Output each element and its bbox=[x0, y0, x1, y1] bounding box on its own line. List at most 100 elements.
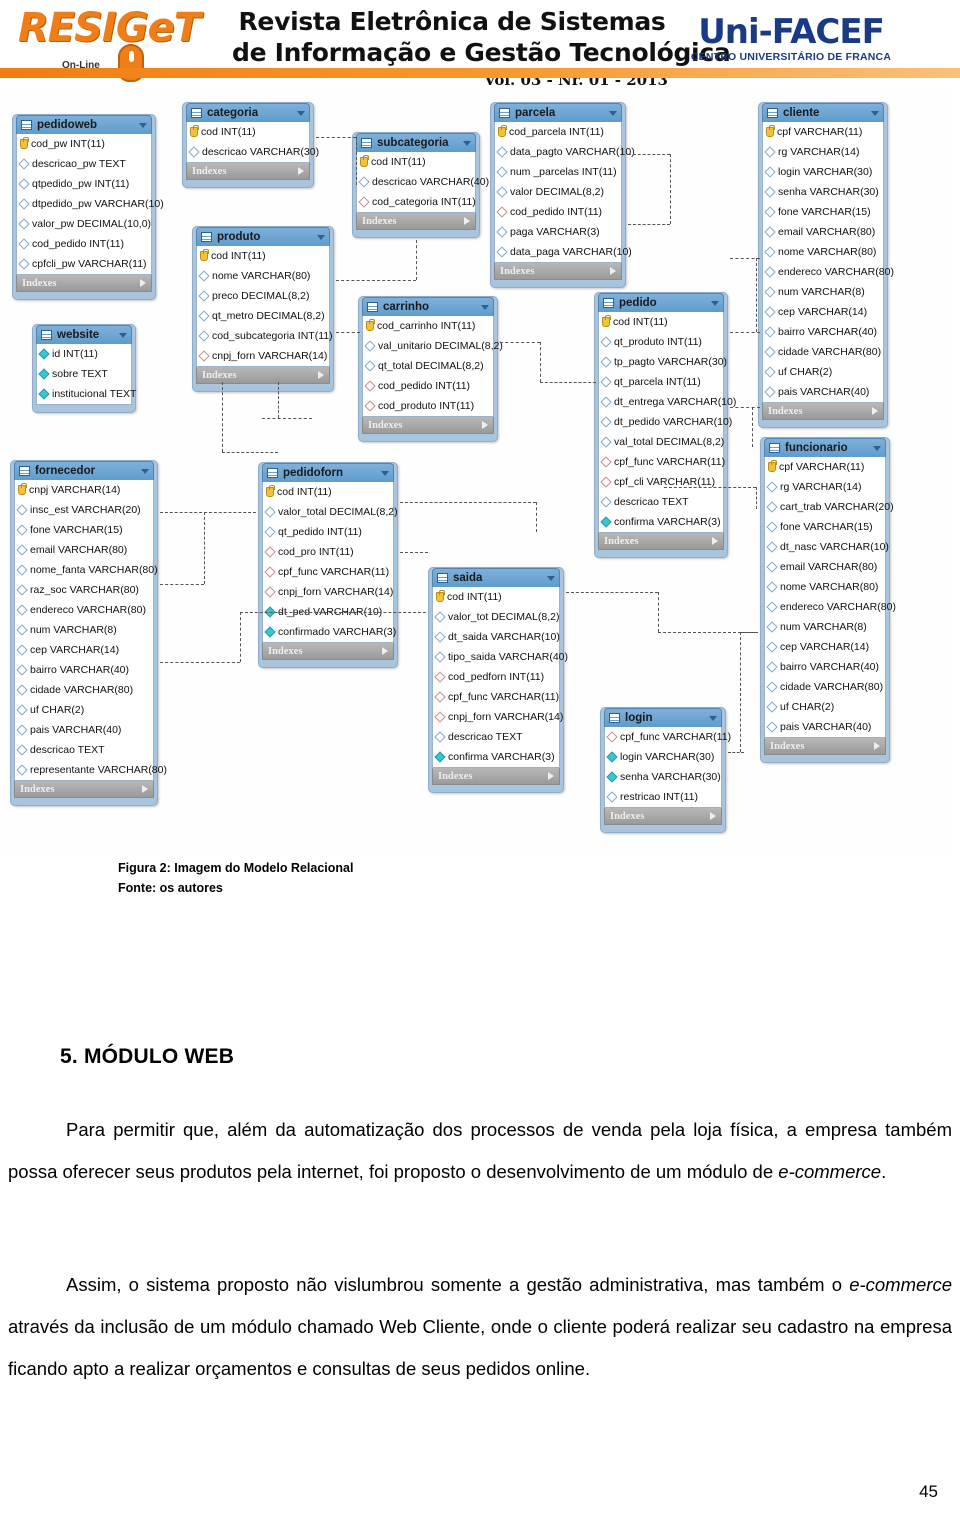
er-field[interactable]: pais VARCHAR(40) bbox=[15, 720, 153, 740]
er-field[interactable]: rg VARCHAR(14) bbox=[765, 477, 885, 497]
expand-arrow-icon[interactable] bbox=[872, 407, 878, 415]
er-table-indexes-pedido[interactable]: Indexes bbox=[598, 533, 724, 550]
er-field[interactable]: confirma VARCHAR(3) bbox=[433, 747, 559, 767]
er-field[interactable]: cep VARCHAR(14) bbox=[763, 302, 883, 322]
er-field[interactable]: valor DECIMAL(8,2) bbox=[495, 182, 621, 202]
er-field[interactable]: uf CHAR(2) bbox=[763, 362, 883, 382]
er-table-pedidoforn[interactable]: pedidoforn cod INT(11) valor_total DECIMAL… bbox=[258, 462, 398, 668]
er-field[interactable]: cidade VARCHAR(80) bbox=[763, 342, 883, 362]
er-table-header-cliente[interactable]: cliente bbox=[762, 103, 884, 122]
er-field[interactable]: cnpj_forn VARCHAR(14) bbox=[263, 582, 393, 602]
er-field[interactable]: data_pagto VARCHAR(10) bbox=[495, 142, 635, 162]
er-field[interactable]: num VARCHAR(8) bbox=[765, 617, 885, 637]
er-field[interactable]: descricao VARCHAR(40) bbox=[357, 172, 489, 192]
chevron-down-icon[interactable] bbox=[481, 304, 489, 310]
er-table-categoria[interactable]: categoria cod INT(11) descricao VARCHAR(30… bbox=[182, 102, 319, 188]
er-table-indexes-produto[interactable]: Indexes bbox=[196, 367, 330, 384]
er-field[interactable]: confirmado VARCHAR(3) bbox=[263, 622, 396, 642]
er-field[interactable]: cpf VARCHAR(11) bbox=[765, 457, 885, 477]
er-field[interactable]: descricao TEXT bbox=[433, 727, 559, 747]
er-field[interactable]: cod_parcela INT(11) bbox=[495, 122, 621, 142]
er-field[interactable]: uf CHAR(2) bbox=[765, 697, 885, 717]
er-field[interactable]: fone VARCHAR(15) bbox=[15, 520, 153, 540]
er-table-header-carrinho[interactable]: carrinho bbox=[362, 297, 494, 316]
er-field[interactable]: tp_pagto VARCHAR(30) bbox=[599, 352, 727, 372]
er-table-produto[interactable]: produto cod INT(11) nome VARCHAR(80) preco … bbox=[192, 226, 334, 392]
er-table-header-fornecedor[interactable]: fornecedor bbox=[14, 461, 154, 480]
er-field[interactable]: cod_pedforn INT(11) bbox=[433, 667, 559, 687]
er-field[interactable]: dtpedido_pw VARCHAR(10) bbox=[17, 194, 164, 214]
er-field[interactable]: raz_soc VARCHAR(80) bbox=[15, 580, 153, 600]
er-field[interactable]: dt_pedido VARCHAR(10) bbox=[599, 412, 732, 432]
expand-arrow-icon[interactable] bbox=[610, 267, 616, 275]
er-table-login[interactable]: login cpf_func VARCHAR(11) login VARCHAR(3… bbox=[600, 707, 731, 833]
er-field[interactable]: bairro VARCHAR(40) bbox=[765, 657, 885, 677]
chevron-down-icon[interactable] bbox=[141, 468, 149, 474]
expand-arrow-icon[interactable] bbox=[482, 421, 488, 429]
er-field[interactable]: cpf_cli VARCHAR(11) bbox=[599, 472, 723, 492]
er-field[interactable]: cod INT(11) bbox=[187, 122, 309, 142]
er-table-header-parcela[interactable]: parcela bbox=[494, 103, 622, 122]
er-field[interactable]: pais VARCHAR(40) bbox=[763, 382, 883, 402]
er-table-indexes-categoria[interactable]: Indexes bbox=[186, 163, 310, 180]
er-field[interactable]: qt_produto INT(11) bbox=[599, 332, 723, 352]
er-table-header-produto[interactable]: produto bbox=[196, 227, 330, 246]
er-field[interactable]: dt_entrega VARCHAR(10) bbox=[599, 392, 736, 412]
er-field[interactable]: qtpedido_pw INT(11) bbox=[17, 174, 151, 194]
expand-arrow-icon[interactable] bbox=[142, 785, 148, 793]
er-table-website[interactable]: website id INT(11) sobre TEXT institucional… bbox=[32, 324, 136, 413]
er-table-header-website[interactable]: website bbox=[36, 325, 132, 344]
er-field[interactable]: valor_total DECIMAL(8,2) bbox=[263, 502, 398, 522]
er-field[interactable]: dt_saida VARCHAR(10) bbox=[433, 627, 560, 647]
er-field[interactable]: endereco VARCHAR(80) bbox=[15, 600, 153, 620]
er-table-fornecedor[interactable]: fornecedor cnpj VARCHAR(14) insc_est VARCH… bbox=[10, 460, 167, 806]
expand-arrow-icon[interactable] bbox=[464, 217, 470, 225]
er-field[interactable]: qt_total DECIMAL(8,2) bbox=[363, 356, 493, 376]
expand-arrow-icon[interactable] bbox=[712, 537, 718, 545]
er-field[interactable]: num VARCHAR(8) bbox=[763, 282, 883, 302]
er-table-indexes-saida[interactable]: Indexes bbox=[432, 768, 560, 785]
er-field[interactable]: bairro VARCHAR(40) bbox=[15, 660, 153, 680]
er-field[interactable]: descricao TEXT bbox=[599, 492, 723, 512]
er-table-indexes-fornecedor[interactable]: Indexes bbox=[14, 781, 154, 798]
er-field[interactable]: descricao_pw TEXT bbox=[17, 154, 151, 174]
chevron-down-icon[interactable] bbox=[709, 715, 717, 721]
er-field[interactable]: endereco VARCHAR(80) bbox=[763, 262, 894, 282]
er-field[interactable]: cod_carrinho INT(11) bbox=[363, 316, 493, 336]
er-table-header-funcionario[interactable]: funcionario bbox=[764, 438, 886, 457]
expand-arrow-icon[interactable] bbox=[382, 647, 388, 655]
er-field[interactable]: descricao VARCHAR(30) bbox=[187, 142, 319, 162]
er-field[interactable]: cnpj_forn VARCHAR(14) bbox=[433, 707, 563, 727]
er-field[interactable]: institucional TEXT bbox=[37, 384, 136, 404]
er-table-indexes-subcategoria[interactable]: Indexes bbox=[356, 213, 476, 230]
er-field[interactable]: senha VARCHAR(30) bbox=[605, 767, 721, 787]
er-field[interactable]: preco DECIMAL(8,2) bbox=[197, 286, 329, 306]
er-field[interactable]: tipo_saida VARCHAR(40) bbox=[433, 647, 568, 667]
er-field[interactable]: confirma VARCHAR(3) bbox=[599, 512, 723, 532]
er-field[interactable]: cpf_func VARCHAR(11) bbox=[605, 727, 731, 747]
er-field[interactable]: cidade VARCHAR(80) bbox=[15, 680, 153, 700]
er-table-indexes-pedidoweb[interactable]: Indexes bbox=[16, 275, 152, 292]
er-field[interactable]: cpf_func VARCHAR(11) bbox=[433, 687, 559, 707]
er-table-pedido[interactable]: pedido cod INT(11) qt_produto INT(11) tp_pa… bbox=[594, 292, 736, 558]
er-field[interactable]: cod INT(11) bbox=[599, 312, 723, 332]
er-field[interactable]: id INT(11) bbox=[37, 344, 131, 364]
er-field[interactable]: endereco VARCHAR(80) bbox=[765, 597, 896, 617]
expand-arrow-icon[interactable] bbox=[298, 167, 304, 175]
er-table-header-categoria[interactable]: categoria bbox=[186, 103, 310, 122]
er-field[interactable]: uf CHAR(2) bbox=[15, 700, 153, 720]
er-table-header-pedidoforn[interactable]: pedidoforn bbox=[262, 463, 394, 482]
er-field[interactable]: sobre TEXT bbox=[37, 364, 131, 384]
er-field[interactable]: cod_produto INT(11) bbox=[363, 396, 493, 416]
er-field[interactable]: cpf_func VARCHAR(11) bbox=[599, 452, 725, 472]
er-field[interactable]: cod_pedido INT(11) bbox=[363, 376, 493, 396]
er-field[interactable]: nome_fanta VARCHAR(80) bbox=[15, 560, 158, 580]
er-field[interactable]: insc_est VARCHAR(20) bbox=[15, 500, 153, 520]
er-field[interactable]: email VARCHAR(80) bbox=[765, 557, 885, 577]
er-field[interactable]: qt_pedido INT(11) bbox=[263, 522, 393, 542]
er-table-indexes-funcionario[interactable]: Indexes bbox=[764, 738, 886, 755]
er-table-indexes-carrinho[interactable]: Indexes bbox=[362, 417, 494, 434]
er-table-indexes-parcela[interactable]: Indexes bbox=[494, 263, 622, 280]
er-table-parcela[interactable]: parcela cod_parcela INT(11) data_pagto VAR… bbox=[490, 102, 635, 288]
chevron-down-icon[interactable] bbox=[119, 332, 127, 338]
